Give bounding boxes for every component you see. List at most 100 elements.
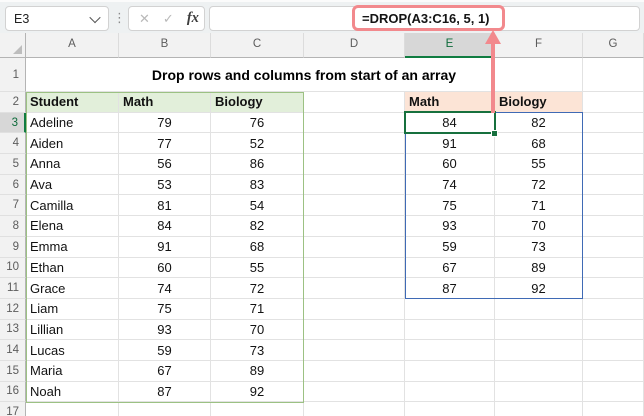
cell-E12[interactable]	[405, 298, 495, 320]
cell-B5[interactable]: 56	[119, 154, 211, 175]
row-header-16[interactable]: 16	[0, 381, 26, 403]
cell-A11[interactable]: Grace	[26, 278, 119, 299]
cell-B7[interactable]: 81	[119, 195, 211, 217]
cell-E6[interactable]: 74	[405, 174, 495, 196]
cell-C11[interactable]: 72	[211, 278, 304, 299]
cell-A13[interactable]: Lillian	[26, 319, 119, 341]
cell-G3[interactable]	[583, 112, 644, 134]
cell-G6[interactable]	[583, 174, 644, 196]
column-header-D[interactable]: D	[304, 33, 405, 58]
cell-A9[interactable]: Emma	[26, 236, 119, 258]
cell-F14[interactable]	[495, 340, 583, 361]
cell-D16[interactable]	[304, 381, 405, 403]
cell-B16[interactable]: 87	[119, 381, 211, 403]
cell-C4[interactable]: 52	[211, 133, 304, 155]
cell-F17[interactable]	[495, 402, 583, 416]
row-header-11[interactable]: 11	[0, 278, 26, 299]
cell-D14[interactable]	[304, 340, 405, 361]
cell-D11[interactable]	[304, 278, 405, 299]
insert-function-icon[interactable]: fx	[187, 10, 199, 27]
cell-G9[interactable]	[583, 236, 644, 258]
cell-G5[interactable]	[583, 154, 644, 175]
cell-F15[interactable]	[495, 360, 583, 382]
cell-D4[interactable]	[304, 133, 405, 155]
cell-B10[interactable]: 60	[119, 257, 211, 279]
column-header-C[interactable]: C	[211, 33, 304, 58]
cell-E3[interactable]: 84	[405, 112, 495, 134]
row-header-6[interactable]: 6	[0, 174, 26, 196]
cell-A16[interactable]: Noah	[26, 381, 119, 403]
cell-C8[interactable]: 82	[211, 216, 304, 237]
cell-A17[interactable]	[26, 402, 119, 416]
cell-A7[interactable]: Camilla	[26, 195, 119, 217]
cell-C2[interactable]: Biology	[211, 92, 304, 113]
cell-A2[interactable]: Student	[26, 92, 119, 113]
cell-B17[interactable]	[119, 402, 211, 416]
cell-G1[interactable]	[583, 58, 644, 92]
cell-E4[interactable]: 91	[405, 133, 495, 155]
cell-D8[interactable]	[304, 216, 405, 237]
cell-A1-merged-title[interactable]: Drop rows and columns from start of an a…	[26, 58, 583, 92]
cell-D3[interactable]	[304, 112, 405, 134]
row-header-10[interactable]: 10	[0, 257, 26, 279]
cell-G4[interactable]	[583, 133, 644, 155]
cell-A8[interactable]: Elena	[26, 216, 119, 237]
cancel-icon[interactable]: ✕	[139, 7, 150, 30]
cell-F7[interactable]: 71	[495, 195, 583, 217]
cell-B12[interactable]: 75	[119, 298, 211, 320]
cell-E5[interactable]: 60	[405, 154, 495, 175]
cell-D15[interactable]	[304, 360, 405, 382]
cell-D7[interactable]	[304, 195, 405, 217]
cell-F2[interactable]: Biology	[495, 92, 583, 113]
cell-A10[interactable]: Ethan	[26, 257, 119, 279]
cell-C17[interactable]	[211, 402, 304, 416]
cell-D6[interactable]	[304, 174, 405, 196]
cell-A4[interactable]: Aiden	[26, 133, 119, 155]
cell-C14[interactable]: 73	[211, 340, 304, 361]
row-header-5[interactable]: 5	[0, 154, 26, 175]
row-header-14[interactable]: 14	[0, 340, 26, 361]
cell-C15[interactable]: 89	[211, 360, 304, 382]
cell-B9[interactable]: 91	[119, 236, 211, 258]
cell-G12[interactable]	[583, 298, 644, 320]
row-header-4[interactable]: 4	[0, 133, 26, 155]
cell-F10[interactable]: 89	[495, 257, 583, 279]
cell-B13[interactable]: 93	[119, 319, 211, 341]
cell-A6[interactable]: Ava	[26, 174, 119, 196]
cell-G16[interactable]	[583, 381, 644, 403]
cell-E17[interactable]	[405, 402, 495, 416]
cell-A5[interactable]: Anna	[26, 154, 119, 175]
cell-A14[interactable]: Lucas	[26, 340, 119, 361]
cell-C7[interactable]: 54	[211, 195, 304, 217]
column-header-B[interactable]: B	[119, 33, 211, 58]
cell-A12[interactable]: Liam	[26, 298, 119, 320]
cell-E10[interactable]: 67	[405, 257, 495, 279]
cell-B8[interactable]: 84	[119, 216, 211, 237]
cell-E2[interactable]: Math	[405, 92, 495, 113]
cell-D17[interactable]	[304, 402, 405, 416]
column-header-G[interactable]: G	[583, 33, 644, 58]
cell-F16[interactable]	[495, 381, 583, 403]
name-box[interactable]: E3	[5, 6, 109, 31]
cell-C6[interactable]: 83	[211, 174, 304, 196]
chevron-down-icon[interactable]	[89, 11, 101, 24]
cell-G8[interactable]	[583, 216, 644, 237]
cell-B6[interactable]: 53	[119, 174, 211, 196]
cell-D10[interactable]	[304, 257, 405, 279]
cell-C5[interactable]: 86	[211, 154, 304, 175]
cell-E16[interactable]	[405, 381, 495, 403]
cell-E11[interactable]: 87	[405, 278, 495, 299]
cell-E9[interactable]: 59	[405, 236, 495, 258]
cell-G2[interactable]	[583, 92, 644, 113]
enter-icon[interactable]: ✓	[163, 7, 174, 30]
row-header-8[interactable]: 8	[0, 216, 26, 237]
row-header-9[interactable]: 9	[0, 236, 26, 258]
fill-handle[interactable]	[491, 129, 498, 137]
row-header-17[interactable]: 17	[0, 402, 26, 416]
row-header-1[interactable]: 1	[0, 58, 26, 92]
row-header-3[interactable]: 3	[0, 112, 26, 134]
cell-B3[interactable]: 79	[119, 112, 211, 134]
cell-F6[interactable]: 72	[495, 174, 583, 196]
cell-F3[interactable]: 82	[495, 112, 583, 134]
cell-D13[interactable]	[304, 319, 405, 341]
